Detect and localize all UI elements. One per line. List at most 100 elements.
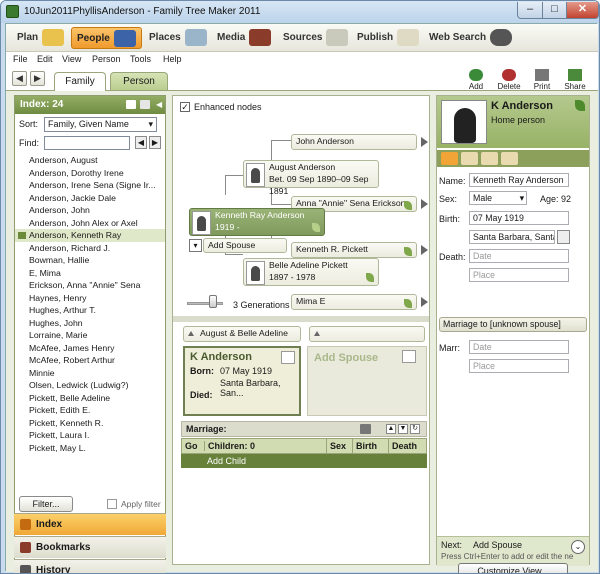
add-child-row[interactable]: Add Child: [181, 454, 427, 468]
menu-tools[interactable]: Tools: [130, 54, 151, 64]
birth-date-field[interactable]: 07 May 1919: [469, 211, 569, 225]
tree-node-maternal-grandmother[interactable]: Mima E: [291, 294, 417, 310]
birth-place-field[interactable]: Santa Barbara, Santa B: [469, 230, 555, 244]
print-family-icon[interactable]: [360, 424, 371, 434]
add-button[interactable]: Add: [462, 69, 490, 91]
enhanced-nodes-checkbox[interactable]: ✓: [180, 102, 190, 112]
add-spouse-link[interactable]: Add Spouse: [314, 352, 378, 364]
index-list-item[interactable]: Olsen, Ledwick (Ludwig?): [15, 379, 165, 392]
share-button[interactable]: Share: [561, 69, 589, 91]
spouse-parents-button[interactable]: [309, 326, 425, 342]
minimize-button[interactable]: –: [517, 2, 543, 19]
death-place-field[interactable]: Place: [469, 268, 569, 282]
nav-tab-places[interactable]: Places: [144, 27, 212, 49]
spouse-dropdown-button[interactable]: ▾: [189, 239, 202, 252]
marriage-place-field[interactable]: Place: [469, 359, 569, 373]
index-list-item[interactable]: Pickett, Belle Adeline: [15, 392, 165, 405]
index-list-item[interactable]: Minnie: [15, 367, 165, 380]
nav-tab-publish[interactable]: Publish: [352, 27, 424, 49]
tree-node-maternal-grandfather[interactable]: Kenneth R. Pickett: [291, 242, 417, 258]
tree-node-paternal-grandfather[interactable]: John Anderson: [291, 134, 417, 150]
tab-facts-icon[interactable]: [441, 152, 458, 165]
move-up-button[interactable]: ▲: [386, 424, 396, 434]
index-list-item[interactable]: Anderson, Jackie Dale: [15, 192, 165, 205]
tree-node-home-person[interactable]: Kenneth Ray Anderson 1919 -: [189, 208, 325, 236]
tree-add-spouse[interactable]: Add Spouse: [203, 238, 287, 253]
index-list-item[interactable]: Hughes, Arthur T.: [15, 304, 165, 317]
index-list-item[interactable]: Anderson, Kenneth Ray: [15, 229, 165, 242]
menu-person[interactable]: Person: [92, 54, 121, 64]
person-portrait[interactable]: [441, 100, 487, 144]
tab-media-icon[interactable]: [461, 152, 478, 165]
menu-help[interactable]: Help: [163, 54, 182, 64]
menu-file[interactable]: File: [13, 54, 28, 64]
expand-arrow-icon[interactable]: [421, 245, 428, 255]
generations-slider-thumb[interactable]: [209, 295, 217, 308]
filter-button[interactable]: Filter...: [19, 496, 73, 512]
leaf-hint-icon[interactable]: [575, 100, 585, 111]
tree-node-father[interactable]: August Anderson Bet. 09 Sep 1890–09 Sep …: [243, 160, 379, 196]
marriage-section-button[interactable]: Marriage to [unknown spouse]: [439, 317, 587, 332]
index-list-item[interactable]: Anderson, John: [15, 204, 165, 217]
tree-node-mother[interactable]: Belle Adeline Pickett 1897 - 1978: [243, 258, 379, 286]
death-date-field[interactable]: Date: [469, 249, 569, 263]
customize-view-button[interactable]: Customize View...: [458, 563, 568, 573]
marriage-date-field[interactable]: Date: [469, 340, 569, 354]
find-prev-button[interactable]: ◀: [135, 136, 147, 149]
nav-tab-web-search[interactable]: Web Search: [424, 27, 517, 49]
delete-button[interactable]: Delete: [495, 69, 523, 91]
index-list-item[interactable]: Haynes, Henry: [15, 292, 165, 305]
expand-arrow-icon[interactable]: [421, 137, 428, 147]
collapse-panel-icon[interactable]: ◀: [156, 100, 162, 110]
index-list-item[interactable]: Pickett, Laura I.: [15, 429, 165, 442]
person-card[interactable]: K Anderson Born: 07 May 1919 Santa Barba…: [183, 346, 301, 416]
chevron-down-icon[interactable]: ⌄: [571, 540, 585, 554]
pane-splitter[interactable]: [173, 316, 429, 322]
sidetab-history[interactable]: History: [14, 559, 166, 573]
find-input[interactable]: [44, 136, 130, 150]
place-lookup-icon[interactable]: [557, 230, 570, 244]
sort-children-button[interactable]: ↻: [410, 424, 420, 434]
index-list-item[interactable]: Pickett, May L.: [15, 442, 165, 455]
sex-select[interactable]: Male ▾: [469, 191, 527, 205]
sidetab-bookmarks[interactable]: Bookmarks: [14, 536, 166, 558]
index-list-item[interactable]: Anderson, Richard J.: [15, 242, 165, 255]
tab-person[interactable]: Person: [110, 72, 168, 91]
index-list-item[interactable]: Pickett, Edith E.: [15, 404, 165, 417]
expand-arrow-icon[interactable]: [421, 297, 428, 307]
back-button[interactable]: ◀: [12, 71, 27, 86]
sort-select[interactable]: Family, Given Name ▾: [44, 117, 157, 132]
index-list-item[interactable]: Anderson, Irene Sena (Signe Ir...: [15, 179, 165, 192]
index-list-item[interactable]: Anderson, John Alex or Axel: [15, 217, 165, 230]
apply-filter-checkbox[interactable]: [107, 499, 117, 509]
index-list-item[interactable]: Anderson, Dorothy Irene: [15, 167, 165, 180]
home-icon[interactable]: [126, 100, 136, 109]
forward-button[interactable]: ▶: [30, 71, 45, 86]
print-button[interactable]: Print: [528, 69, 556, 91]
maximize-button[interactable]: □: [542, 2, 567, 19]
tab-notes-icon[interactable]: [481, 152, 498, 165]
index-list-item[interactable]: McAfee, Robert Arthur: [15, 354, 165, 367]
nav-tab-people[interactable]: People: [71, 27, 142, 49]
nav-tab-plan[interactable]: Plan: [12, 27, 69, 49]
nav-tab-media[interactable]: Media: [212, 27, 276, 49]
expand-arrow-icon[interactable]: [421, 199, 428, 209]
parents-button[interactable]: August & Belle Adeline: [183, 326, 301, 342]
close-button[interactable]: ✕: [566, 2, 599, 19]
index-list-item[interactable]: Pickett, Kenneth R.: [15, 417, 165, 430]
spouse-card[interactable]: Add Spouse: [307, 346, 427, 416]
generations-slider[interactable]: [187, 302, 223, 305]
index-list-item[interactable]: McAfee, James Henry: [15, 342, 165, 355]
index-list-item[interactable]: Lorraine, Marie: [15, 329, 165, 342]
menu-view[interactable]: View: [62, 54, 81, 64]
sidetab-index[interactable]: Index: [14, 513, 166, 535]
move-down-button[interactable]: ▼: [398, 424, 408, 434]
name-field[interactable]: Kenneth Ray Anderson: [469, 173, 569, 187]
index-list-item[interactable]: Hughes, John: [15, 317, 165, 330]
index-list-item[interactable]: Erickson, Anna "Annie" Sena: [15, 279, 165, 292]
index-list-item[interactable]: E, Mima: [15, 267, 165, 280]
index-list-item[interactable]: Anderson, August: [15, 154, 165, 167]
tab-family[interactable]: Family: [54, 72, 106, 91]
menu-edit[interactable]: Edit: [37, 54, 53, 64]
tab-tasks-icon[interactable]: [501, 152, 518, 165]
